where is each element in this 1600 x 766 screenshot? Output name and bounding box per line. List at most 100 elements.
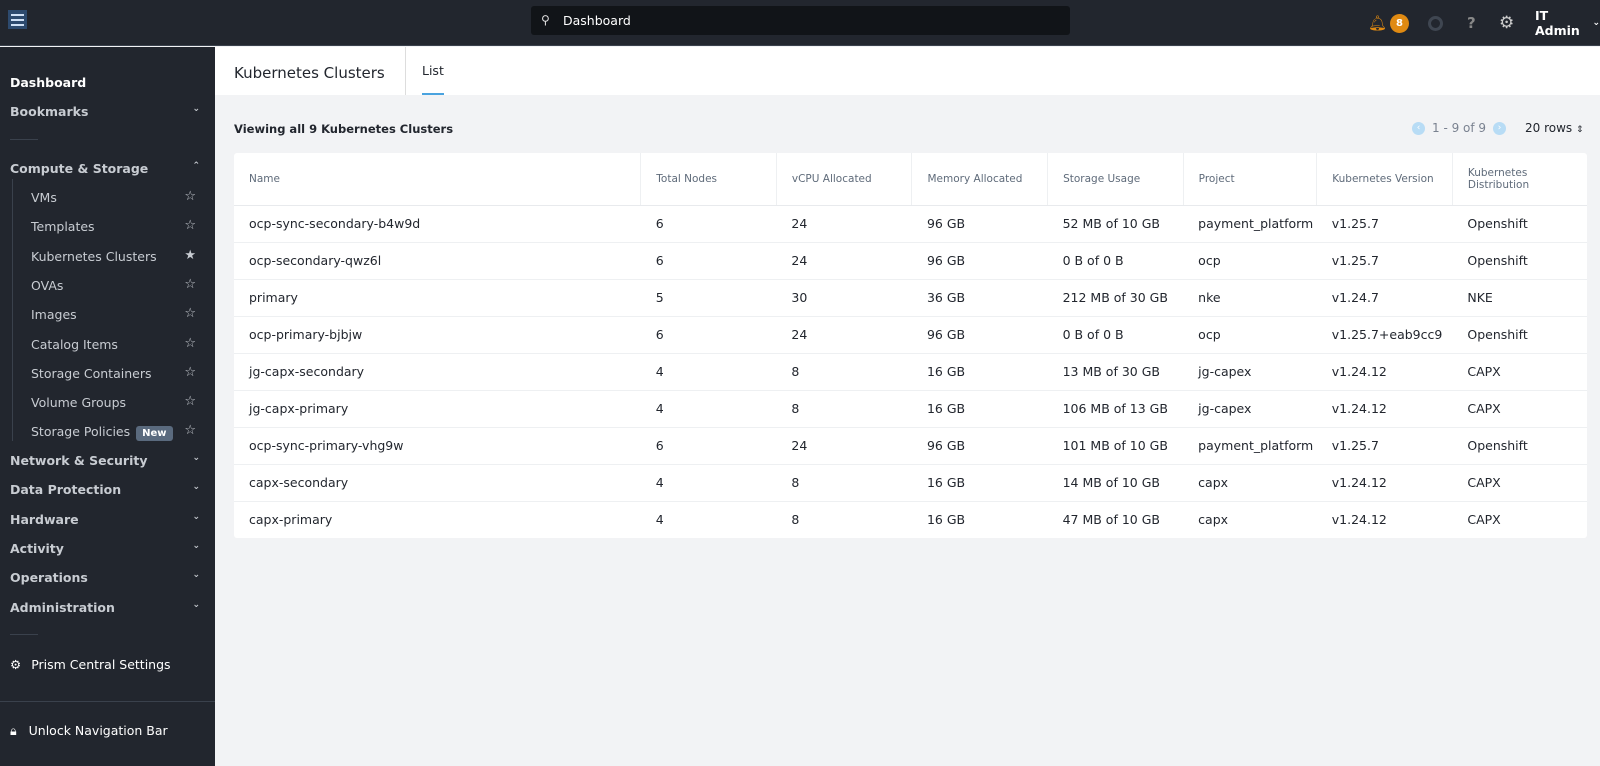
table-cell: v1.24.12	[1316, 464, 1453, 502]
star-icon[interactable]: ☆	[184, 365, 196, 380]
cluster-name-link[interactable]: ocp-sync-primary-vhg9w	[234, 427, 641, 465]
prev-page-button[interactable]: ‹	[1412, 121, 1425, 135]
gear-icon[interactable]: ⚙	[1499, 0, 1514, 46]
search-value: Dashboard	[563, 13, 631, 28]
label: Images	[31, 307, 77, 323]
table-cell: payment_platform	[1183, 205, 1317, 243]
table-cell: 52 MB of 10 GB	[1047, 205, 1184, 243]
column-header[interactable]: Memory Allocated	[911, 153, 1049, 206]
sidebar-item-storage-containers[interactable]: Storage Containers ☆	[31, 365, 196, 381]
table-cell: 0 B of 0 B	[1047, 316, 1184, 354]
table-cell: 16 GB	[911, 390, 1048, 428]
sidebar-item-vms[interactable]: VMs ☆	[31, 189, 196, 205]
star-icon[interactable]: ☆	[184, 277, 196, 292]
cluster-name-link[interactable]: ocp-primary-bjbjw	[234, 316, 641, 354]
sidebar-item-compute-storage[interactable]: Compute & Storage ⌃	[10, 161, 200, 176]
sidebar-section-hardware[interactable]: Hardware ⌄	[10, 512, 200, 527]
next-page-button[interactable]: ›	[1493, 121, 1507, 135]
sidebar-section-administration[interactable]: Administration ⌄	[10, 600, 200, 615]
chevron-down-icon: ⌄	[192, 104, 200, 114]
pagination: ‹ 1 - 9 of 9 ›	[1412, 121, 1507, 135]
star-icon[interactable]: ☆	[184, 189, 196, 204]
table-row[interactable]: capx-secondary 4 8 16 GB 14 MB of 10 GB capx v…	[234, 464, 1587, 502]
star-icon[interactable]: ☆	[184, 306, 196, 321]
table-cell: 106 MB of 13 GB	[1047, 390, 1184, 428]
cluster-name-link[interactable]: ocp-sync-secondary-b4w9d	[234, 205, 641, 243]
cluster-name-link[interactable]: capx-secondary	[234, 464, 641, 502]
page-title: Kubernetes Clusters	[234, 64, 385, 82]
cluster-name-link[interactable]: jg-capx-primary	[234, 390, 641, 428]
tab-list[interactable]: List	[405, 47, 460, 95]
label: Catalog Items	[31, 336, 118, 352]
column-header[interactable]: vCPU Allocated	[776, 153, 913, 206]
label: Unlock Navigation Bar	[28, 723, 168, 738]
cluster-name-link[interactable]: ocp-secondary-qwz6l	[234, 242, 641, 280]
tasks-icon[interactable]	[1428, 15, 1443, 31]
sidebar-section-operations[interactable]: Operations ⌄	[10, 570, 200, 585]
star-icon[interactable]: ☆	[184, 423, 196, 438]
column-header[interactable]: Kubernetes Version	[1316, 153, 1453, 206]
table-row[interactable]: ocp-primary-bjbjw 6 24 96 GB 0 B of 0 Bocp v1…	[234, 316, 1587, 354]
table-cell: jg-capex	[1183, 390, 1317, 428]
star-icon[interactable]: ☆	[184, 218, 196, 233]
column-header[interactable]: Storage Usage	[1047, 153, 1184, 206]
star-filled-icon[interactable]: ★	[184, 248, 196, 263]
label: Data Protection	[10, 482, 122, 498]
search-input[interactable]: ⚲ Dashboard	[531, 6, 1070, 35]
viewing-count: Viewing all 9 Kubernetes Clusters	[234, 122, 454, 136]
table-cell: NKE	[1452, 279, 1587, 317]
sidebar-item-templates[interactable]: Templates ☆	[31, 218, 196, 234]
label: Operations	[10, 570, 88, 586]
sidebar-item-images[interactable]: Images ☆	[31, 306, 196, 323]
unlock-navigation-bar[interactable]: 🔒︎ Unlock Navigation Bar	[10, 723, 200, 739]
table-row[interactable]: ocp-sync-secondary-b4w9d 6 24 96 GB 52 MB of…	[234, 205, 1587, 243]
table-row[interactable]: ocp-secondary-qwz6l 6 24 96 GB 0 B of 0 Bocp…	[234, 242, 1587, 280]
table-row[interactable]: capx-primary 4 8 16 GB 47 MB of 10 GB capx v1.…	[234, 501, 1587, 538]
label: Activity	[10, 540, 64, 556]
sidebar-item-kubernetes-clusters[interactable]: Kubernetes Clusters ★	[31, 248, 196, 264]
sidebar-item-volume-groups[interactable]: Volume Groups ☆	[31, 394, 196, 410]
table-cell: v1.24.12	[1316, 353, 1453, 391]
sidebar-section-network-security[interactable]: Network & Security ⌄	[10, 453, 200, 468]
cluster-name-link[interactable]: primary	[234, 279, 641, 317]
user-name: IT Admin	[1535, 8, 1580, 38]
table-cell: 4	[640, 464, 777, 502]
notification-badge[interactable]: 8	[1390, 13, 1409, 33]
table-row[interactable]: jg-capx-primary 4 8 16 GB 106 MB of 13 GB jg-…	[234, 390, 1587, 428]
column-header[interactable]: Kubernetes Distribution	[1452, 153, 1587, 206]
sidebar-item-storage-policies[interactable]: Storage Policies New ☆	[31, 423, 196, 442]
bell-icon[interactable]: 🔔︎	[1368, 0, 1387, 46]
table-row[interactable]: jg-capx-secondary 4 8 16 GB 13 MB of 30 GB jg…	[234, 353, 1587, 391]
table-cell: 5	[640, 279, 777, 317]
cluster-name-link[interactable]: jg-capx-secondary	[234, 353, 641, 391]
chevron-down-icon: ⌄	[192, 570, 200, 581]
table-row[interactable]: primary 5 30 36 GB 212 MB of 30 GB nke v1.24.7…	[234, 279, 1587, 317]
prism-central-settings[interactable]: ⚙ Prism Central Settings	[10, 657, 200, 672]
hamburger-menu-icon[interactable]	[8, 10, 27, 29]
cluster-name-link[interactable]: capx-primary	[234, 501, 641, 538]
sidebar-section-data-protection[interactable]: Data Protection ⌄	[10, 482, 200, 497]
new-badge: New	[136, 426, 173, 442]
chevron-down-icon: ⌄	[192, 453, 200, 463]
rows-per-page-select[interactable]: 20 rows ⇕	[1525, 121, 1584, 135]
star-icon[interactable]: ☆	[184, 336, 196, 351]
sidebar-item-dashboard[interactable]: Dashboard	[10, 75, 200, 90]
sidebar-item-ovas[interactable]: OVAs ☆	[31, 277, 196, 293]
divider	[0, 701, 215, 702]
table-cell: 30	[776, 279, 912, 317]
table-cell: 6	[640, 242, 777, 280]
label: Hardware	[10, 511, 79, 527]
column-header[interactable]: Total Nodes	[640, 153, 777, 206]
sidebar-section-activity[interactable]: Activity ⌄	[10, 541, 200, 556]
user-menu[interactable]: IT Admin ⌄	[1535, 0, 1600, 46]
divider	[10, 139, 38, 140]
star-icon[interactable]: ☆	[184, 394, 196, 409]
sidebar-item-catalog-items[interactable]: Catalog Items ☆	[31, 336, 196, 352]
sidebar-item-bookmarks[interactable]: Bookmarks ⌄	[10, 104, 200, 119]
column-header[interactable]: Name	[234, 153, 642, 206]
table-row[interactable]: ocp-sync-primary-vhg9w 6 24 96 GB 101 MB of …	[234, 427, 1587, 465]
table-cell: 4	[655, 512, 664, 528]
column-header[interactable]: Project	[1183, 153, 1318, 206]
table-cell: 24	[776, 427, 912, 465]
help-icon[interactable]: ?	[1467, 0, 1476, 46]
